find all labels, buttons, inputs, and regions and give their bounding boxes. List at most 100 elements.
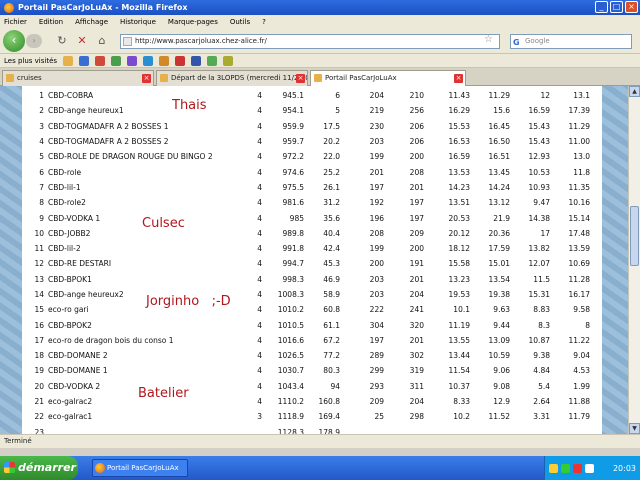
tray-icon[interactable]: [585, 463, 594, 473]
tab-favicon-icon: [314, 74, 322, 82]
value-cell: 299: [369, 366, 384, 376]
start-button[interactable]: démarrer: [0, 456, 78, 480]
scroll-up-icon[interactable]: ▲: [629, 86, 640, 97]
rank-cell: 14: [34, 290, 44, 299]
results-page: 1 CBD-COBRA 4 945.1 6 204 210 11.43 11.29 12 13.1 2…: [22, 86, 602, 434]
bookmark-icon[interactable]: [95, 55, 106, 66]
value-cell: 45.3: [323, 259, 340, 269]
value-cell: 4.53: [573, 366, 590, 376]
bookmark-icon[interactable]: [223, 55, 234, 66]
value-cell: 13.54: [488, 274, 510, 284]
value-cell: 1010.2: [277, 305, 304, 315]
tray-icon[interactable]: [561, 463, 570, 473]
value-cell: 1016.6: [277, 335, 304, 345]
home-icon[interactable]: ⌂: [95, 34, 109, 48]
bookmark-star-icon[interactable]: ☆: [484, 34, 493, 45]
value-cell: 954.1: [282, 106, 304, 116]
tray-icon[interactable]: [573, 463, 582, 473]
value-cell: [386, 425, 426, 434]
value-cell: 9.47: [533, 198, 550, 208]
tab-portail[interactable]: Portail PasCarJoLuAx ×: [310, 70, 466, 86]
status-bar: Terminé: [0, 434, 640, 448]
value-cell: 4: [257, 228, 262, 238]
value-cell: 10.37: [448, 381, 470, 391]
menu-bookmarks[interactable]: Marque-pages: [168, 18, 218, 26]
menu-view[interactable]: Affichage: [75, 18, 108, 26]
tab-strip: cruises × Départ de la 3LOPDS (mercredi …: [0, 68, 640, 86]
forward-button[interactable]: ›: [26, 34, 42, 48]
bookmark-most-visited[interactable]: Les plus visités: [4, 57, 57, 65]
value-cell: 192: [369, 198, 384, 208]
value-cell: 4.84: [533, 366, 550, 376]
menu-tools[interactable]: Outils: [230, 18, 250, 26]
value-cell: 208: [409, 167, 424, 177]
url-bar[interactable]: http://www.pascarjoluax.chez-alice.fr/: [120, 34, 500, 49]
tab-close-icon[interactable]: ×: [454, 74, 463, 83]
value-cell: 959.9: [282, 121, 304, 131]
value-cell: 197: [369, 182, 384, 192]
value-cell: 5.4: [538, 381, 550, 391]
reload-icon[interactable]: ↻: [55, 34, 69, 48]
value-cell: 16.59: [448, 152, 470, 162]
bookmark-icon[interactable]: [207, 55, 218, 66]
taskbar-firefox-button[interactable]: Portail PasCarJoLuAx: [92, 459, 188, 477]
bookmark-icon[interactable]: [111, 55, 122, 66]
value-cell: 11.88: [568, 397, 590, 407]
value-cell: 8.83: [533, 305, 550, 315]
gmail-icon[interactable]: [175, 55, 186, 66]
bookmark-icon[interactable]: [143, 55, 154, 66]
value-cell: 1008.3: [277, 290, 304, 299]
value-cell: 8: [585, 320, 590, 330]
menu-file[interactable]: Fichier: [4, 18, 27, 26]
search-input[interactable]: G Google: [510, 34, 632, 49]
name-cell: CBD-BPOK2: [48, 320, 92, 330]
table-row: 5 CBD-ROLE DE DRAGON ROUGE DU BINGO 2 4 972…: [32, 149, 592, 164]
value-cell: 10.1: [453, 305, 470, 315]
bookmark-icon[interactable]: [79, 55, 90, 66]
bookmark-icon[interactable]: [191, 55, 202, 66]
value-cell: 13.23: [448, 274, 470, 284]
url-text: http://www.pascarjoluax.chez-alice.fr/: [135, 37, 267, 45]
table-row: 2 CBD-ange heureux1 4 954.1 5 219 256 16.29 15.6…: [32, 103, 592, 118]
vertical-scrollbar[interactable]: ▲ ▼: [628, 86, 640, 434]
close-button[interactable]: ×: [625, 1, 638, 13]
bookmark-icon[interactable]: [63, 55, 74, 66]
value-cell: 20.53: [448, 213, 470, 223]
value-cell: 197: [369, 335, 384, 345]
tab-depart[interactable]: Départ de la 3LOPDS (mercredi 11/24/0...…: [156, 70, 308, 86]
bookmark-icon[interactable]: [159, 55, 170, 66]
bookmark-icon[interactable]: [127, 55, 138, 66]
value-cell: 4: [257, 198, 262, 208]
scroll-down-icon[interactable]: ▼: [629, 423, 640, 434]
value-cell: 16.45: [488, 121, 510, 131]
tab-close-icon[interactable]: ×: [142, 74, 151, 83]
tab-cruises[interactable]: cruises ×: [2, 70, 154, 86]
name-cell: CBD-VODKA 1: [48, 213, 101, 223]
table-row: 14 CBD-ange heureux2 4 1008.3 58.9 203 204 19.5…: [32, 287, 592, 302]
rank-cell: 12: [34, 259, 44, 269]
value-cell: 945.1: [282, 91, 304, 101]
minimize-button[interactable]: _: [595, 1, 608, 13]
value-cell: 11.19: [448, 320, 470, 330]
menu-help[interactable]: ?: [262, 18, 266, 26]
value-cell: 46.9: [323, 274, 340, 284]
stop-icon[interactable]: ✕: [75, 34, 89, 48]
name-cell: CBD-JOBB2: [48, 228, 91, 238]
value-cell: 4: [257, 244, 262, 254]
value-cell: 13.1: [573, 91, 590, 101]
menu-edit[interactable]: Edition: [39, 18, 63, 26]
value-cell: 11.43: [448, 91, 470, 101]
value-cell: 1110.2: [277, 397, 304, 407]
results-table-body: 1 CBD-COBRA 4 945.1 6 204 210 11.43 11.29 12 13.1 2…: [32, 88, 592, 434]
table-row: 19 CBD-DOMANE 1 4 1030.7 80.3 299 319 11.54 9.06…: [32, 363, 592, 378]
maximize-button[interactable]: □: [610, 1, 623, 13]
value-cell: 204: [369, 91, 384, 101]
scroll-thumb[interactable]: [630, 206, 639, 266]
menu-history[interactable]: Historique: [120, 18, 156, 26]
tray-icon[interactable]: [549, 463, 558, 473]
tab-close-icon[interactable]: ×: [296, 74, 305, 83]
table-row: 6 CBD-role 4 974.6 25.2 201 208 13.53 13.45 10.53…: [32, 164, 592, 179]
value-cell: 11.54: [448, 366, 470, 376]
value-cell: 4: [257, 106, 262, 116]
back-button[interactable]: ‹: [3, 30, 25, 52]
